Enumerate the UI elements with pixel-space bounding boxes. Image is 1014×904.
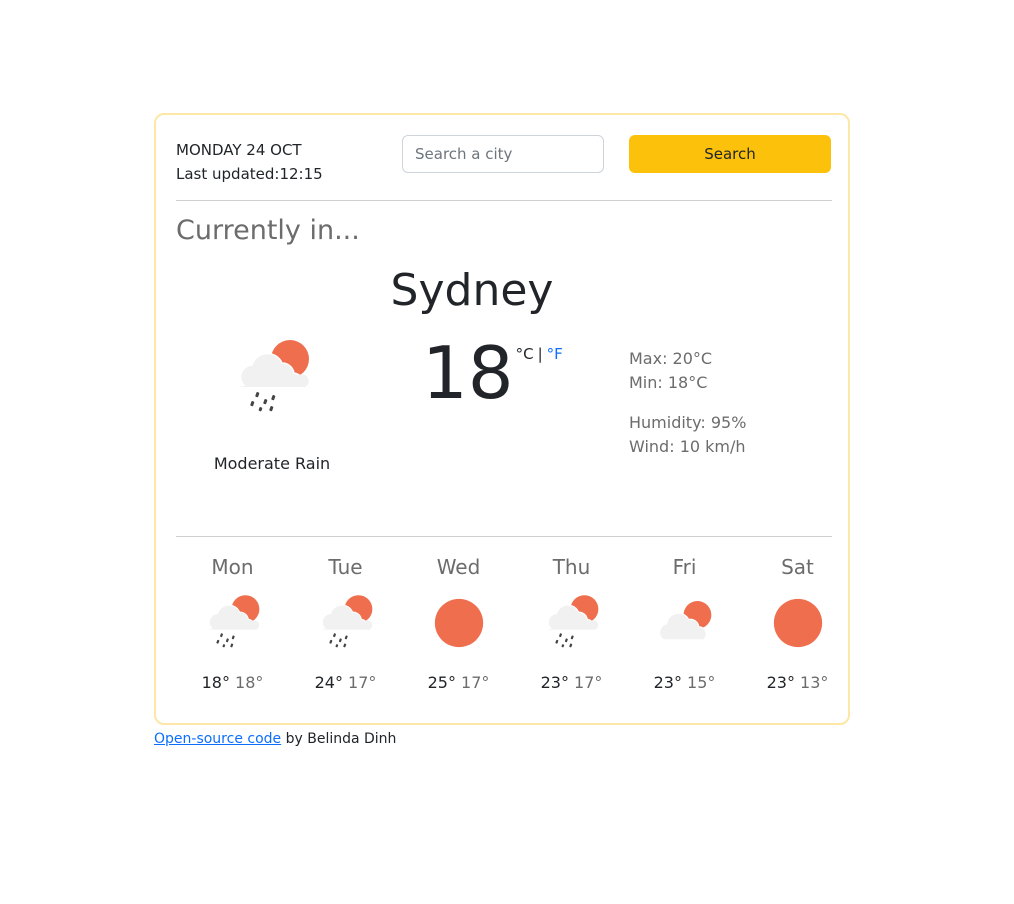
- current-date: MONDAY 24 OCT: [176, 141, 302, 159]
- weather-details: Max: 20°C Min: 18°C Humidity: 95% Wind: …: [629, 347, 746, 459]
- currently-in-heading: Currently in...: [176, 215, 360, 246]
- fahrenheit-link[interactable]: °F: [547, 345, 563, 363]
- forecast-high: 25°: [427, 673, 456, 692]
- forecast-day-name: Sat: [781, 555, 814, 579]
- forecast-high: 23°: [540, 673, 569, 692]
- forecast-temps: 24° 17°: [289, 673, 402, 692]
- min-temperature: Min: 18°C: [629, 373, 708, 392]
- unit-toggle: °C | °F: [516, 345, 563, 363]
- weather-condition: Moderate Rain: [213, 454, 331, 473]
- forecast-day: Fri 23° 15°: [628, 555, 741, 692]
- header-divider: [176, 200, 832, 201]
- forecast-low: 13°: [800, 673, 829, 692]
- forecast-day-name: Mon: [211, 555, 254, 579]
- celsius-link[interactable]: °C: [516, 345, 534, 363]
- weather-card: MONDAY 24 OCT Last updated:12:15 Search …: [154, 113, 850, 725]
- forecast-day-name: Thu: [552, 555, 591, 579]
- last-updated-time: 12:15: [279, 165, 323, 183]
- forecast-day-name: Tue: [328, 555, 363, 579]
- date-block: MONDAY 24 OCT Last updated:12:15: [176, 138, 323, 186]
- forecast-high: 18°: [201, 673, 230, 692]
- forecast-day-name: Fri: [672, 555, 697, 579]
- sun-icon: [429, 593, 489, 653]
- forecast-temps: 23° 17°: [515, 673, 628, 692]
- forecast-row: Mon 18° 18° Tue 24° 17° Wed 25° 17° Thu …: [176, 555, 856, 692]
- forecast-day: Thu 23° 17°: [515, 555, 628, 692]
- forecast-high: 23°: [653, 673, 682, 692]
- forecast-temps: 18° 18°: [176, 673, 289, 692]
- wind-speed: Wind: 10 km/h: [629, 437, 746, 456]
- forecast-low: 17°: [574, 673, 603, 692]
- forecast-high: 23°: [766, 673, 795, 692]
- current-temperature-block: 18 °C | °F: [422, 333, 563, 413]
- forecast-temps: 25° 17°: [402, 673, 515, 692]
- rain-sun-icon: [203, 593, 263, 653]
- city-search-input[interactable]: [402, 135, 604, 173]
- forecast-day-name: Wed: [436, 555, 481, 579]
- forecast-temps: 23° 13°: [741, 673, 854, 692]
- forecast-low: 17°: [348, 673, 377, 692]
- forecast-day: Mon 18° 18°: [176, 555, 289, 692]
- max-temperature: Max: 20°C: [629, 349, 713, 368]
- forecast-day: Sat 23° 13°: [741, 555, 854, 692]
- forecast-day: Wed 25° 17°: [402, 555, 515, 692]
- open-source-link[interactable]: Open-source code: [154, 731, 281, 747]
- cloud-sun-icon: [655, 593, 715, 653]
- current-temperature: 18: [422, 331, 514, 415]
- forecast-low: 17°: [461, 673, 490, 692]
- rain-sun-icon: [316, 593, 376, 653]
- rain-sun-icon: [542, 593, 602, 653]
- city-name: Sydney: [390, 265, 554, 316]
- forecast-temps: 23° 15°: [628, 673, 741, 692]
- footer: Open-source code by Belinda Dinh: [154, 731, 396, 747]
- author-credit: by Belinda Dinh: [281, 731, 397, 747]
- sun-icon: [768, 593, 828, 653]
- forecast-low: 18°: [235, 673, 264, 692]
- rain-sun-icon: [232, 337, 314, 419]
- forecast-high: 24°: [314, 673, 343, 692]
- last-updated: Last updated:12:15: [176, 162, 323, 186]
- forecast-day: Tue 24° 17°: [289, 555, 402, 692]
- search-button[interactable]: Search: [629, 135, 831, 173]
- last-updated-label: Last updated:: [176, 165, 280, 183]
- unit-separator: |: [537, 345, 543, 363]
- humidity: Humidity: 95%: [629, 413, 747, 432]
- forecast-divider: [176, 536, 832, 537]
- forecast-low: 15°: [687, 673, 716, 692]
